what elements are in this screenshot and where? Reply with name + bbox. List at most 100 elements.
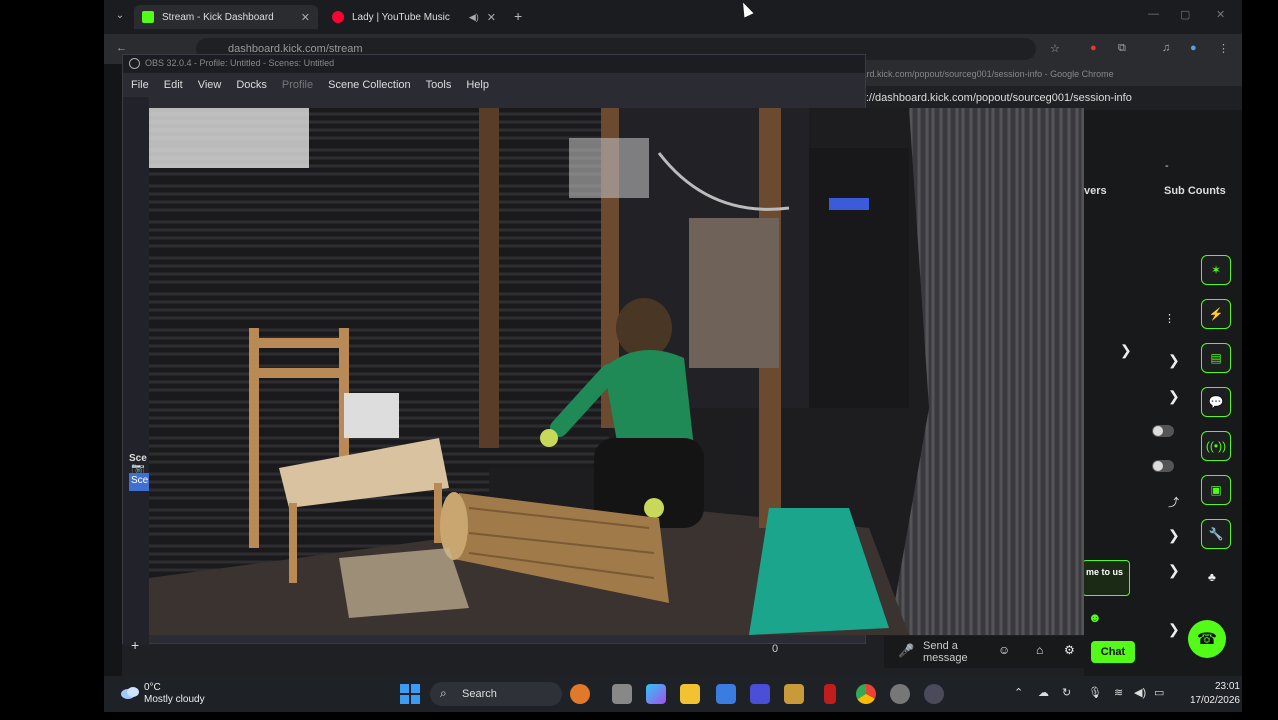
taskbar-search[interactable]: ⌕ Search xyxy=(430,682,562,706)
extension-record-icon[interactable]: ● xyxy=(1090,42,1097,54)
discord-icon[interactable] xyxy=(750,684,770,704)
chat-settings-gear-icon[interactable]: ⚙ xyxy=(1064,643,1075,657)
copilot-icon[interactable] xyxy=(646,684,666,704)
chat-send-button[interactable]: Chat xyxy=(1091,641,1135,663)
chrome-menu-icon[interactable]: ⋮ xyxy=(1218,42,1229,55)
more-options-icon[interactable]: ⋮ xyxy=(1164,312,1175,325)
popup-address-bar[interactable]: ⚙ https://dashboard.kick.com/popout/sour… xyxy=(812,86,1242,110)
shapes-icon[interactable]: ♣ xyxy=(1208,570,1216,584)
toggle-switch[interactable] xyxy=(1152,460,1174,472)
toggle-switch[interactable] xyxy=(1152,425,1174,437)
profile-avatar-icon[interactable]: ● xyxy=(1190,42,1197,54)
bookmark-star-icon[interactable]: ☆ xyxy=(1050,42,1060,55)
kick-sidebar xyxy=(104,64,122,676)
help-headset-icon[interactable]: ☎ xyxy=(1188,620,1226,658)
tray-sync-icon[interactable]: ↻ xyxy=(1062,686,1071,699)
tab-label: Stream - Kick Dashboard xyxy=(162,11,274,23)
quick-action-screen-icon[interactable]: ▣ xyxy=(1201,475,1231,505)
menu-help[interactable]: Help xyxy=(466,79,489,91)
weather-temperature[interactable]: 0°C xyxy=(144,682,161,693)
welcome-message: me to us xyxy=(1082,560,1130,596)
windows-taskbar: 0°C Mostly cloudy ⌕ Search ⌃ ☁ ↻ 🎙 ≋ ◀) … xyxy=(104,676,1242,712)
clock-time[interactable]: 23:01 xyxy=(1200,681,1240,692)
emoji-icon[interactable]: ☺ xyxy=(998,643,1010,657)
microphone-icon[interactable]: 🎤 xyxy=(898,643,914,659)
settings-app-icon[interactable] xyxy=(890,684,910,704)
search-label: Search xyxy=(462,688,497,700)
clock-date[interactable]: 17/02/2026 xyxy=(1180,695,1240,706)
windows-start-icon[interactable] xyxy=(400,684,420,704)
quick-action-document-icon[interactable]: ▤ xyxy=(1201,343,1231,373)
chevron-right-icon[interactable]: ❯ xyxy=(1168,388,1180,405)
audio-playing-icon[interactable]: ◀) xyxy=(469,12,479,23)
scenes-header: Sce xyxy=(129,453,147,464)
extensions-puzzle-icon[interactable]: ⧉ xyxy=(1118,42,1126,55)
menu-view[interactable]: View xyxy=(198,79,222,91)
store-icon[interactable] xyxy=(716,684,736,704)
tab-youtube-music[interactable]: Lady | YouTube Music ◀) ✕ xyxy=(324,5,504,29)
add-scene-icon[interactable]: + xyxy=(131,637,139,653)
back-icon[interactable]: ← xyxy=(116,42,127,54)
video-frame-illustration xyxy=(149,108,1084,635)
close-tab-icon[interactable]: ✕ xyxy=(487,11,496,24)
viewers-label: vers xyxy=(1084,185,1107,197)
file-explorer-icon[interactable] xyxy=(680,684,700,704)
obs-logo-icon xyxy=(129,58,140,69)
menu-scene-collection[interactable]: Scene Collection xyxy=(328,79,411,91)
obs-preview-video xyxy=(149,108,1084,635)
quick-action-expand-icon[interactable]: ✶ xyxy=(1201,255,1231,285)
popup-url-text: https://dashboard.kick.com/popout/source… xyxy=(842,92,1132,104)
tray-mic-icon[interactable]: 🎙 xyxy=(1088,686,1102,699)
chart-icon[interactable]: ⤴ xyxy=(1168,494,1179,510)
menu-profile[interactable]: Profile xyxy=(282,79,313,91)
tray-wifi-icon[interactable]: ≋ xyxy=(1114,686,1123,699)
menu-file[interactable]: File xyxy=(131,79,149,91)
send-message-input[interactable]: Send a message xyxy=(923,640,983,664)
menu-docks[interactable]: Docks xyxy=(236,79,267,91)
media-icon[interactable]: ♫ xyxy=(1162,42,1170,54)
search-icon: ⌕ xyxy=(440,686,447,700)
chevron-right-icon[interactable]: ❯ xyxy=(1168,562,1180,579)
obs-scenes-dock: 📷 Sce Sce + xyxy=(123,97,151,653)
popup-title: dashboard.kick.com/popout/sourceg001/ses… xyxy=(832,69,1114,79)
chevron-right-icon[interactable]: ❯ xyxy=(1168,621,1180,638)
scene-item[interactable]: Sce xyxy=(129,473,151,491)
menu-tools[interactable]: Tools xyxy=(426,79,452,91)
obs-app-icon[interactable] xyxy=(924,684,944,704)
minimize-icon[interactable]: — xyxy=(1148,8,1159,20)
chevron-right-icon[interactable]: ❯ xyxy=(1168,352,1180,369)
close-window-icon[interactable]: ✕ xyxy=(1216,8,1225,21)
menu-edit[interactable]: Edit xyxy=(164,79,183,91)
chrome-icon[interactable] xyxy=(856,684,876,704)
emote-icon[interactable]: ☻ xyxy=(1088,610,1102,625)
tray-chevron-icon[interactable]: ⌃ xyxy=(1014,686,1023,699)
game-app-icon[interactable] xyxy=(784,684,804,704)
obs-title: OBS 32.0.4 - Profile: Untitled - Scenes:… xyxy=(145,58,335,68)
quick-action-wrench-icon[interactable]: 🔧 xyxy=(1201,519,1231,549)
quick-action-broadcast-icon[interactable]: ((•)) xyxy=(1201,431,1231,461)
red-app-icon[interactable] xyxy=(824,684,836,704)
weather-description[interactable]: Mostly cloudy xyxy=(144,694,205,705)
sub-count-value: - xyxy=(1165,160,1169,172)
close-tab-icon[interactable]: ✕ xyxy=(301,11,310,24)
task-view-icon[interactable] xyxy=(612,684,632,704)
viewer-count: 0 xyxy=(772,643,779,655)
quick-action-chat-icon[interactable]: 💬 xyxy=(1201,387,1231,417)
chevron-right-icon[interactable]: ❯ xyxy=(1120,342,1132,359)
tab-search-icon[interactable]: ⌄ xyxy=(112,8,128,24)
tray-battery-icon[interactable]: ▭ xyxy=(1154,686,1164,699)
maximize-icon[interactable]: ▢ xyxy=(1180,8,1190,21)
new-tab-icon[interactable]: + xyxy=(514,8,522,24)
tray-onedrive-icon[interactable]: ☁ xyxy=(1038,686,1049,699)
obs-menubar: File Edit View Docks Profile Scene Colle… xyxy=(123,73,865,97)
widget-game-icon[interactable] xyxy=(570,684,590,704)
quick-action-lightning-icon[interactable]: ⚡ xyxy=(1201,299,1231,329)
store-icon[interactable]: ⌂ xyxy=(1036,643,1043,657)
cloudy-weather-icon[interactable] xyxy=(120,684,140,700)
tab-kick-dashboard[interactable]: Stream - Kick Dashboard ✕ xyxy=(134,5,318,29)
tab-strip: ⌄ Stream - Kick Dashboard ✕ Lady | YouTu… xyxy=(104,0,1242,34)
tray-volume-icon[interactable]: ◀) xyxy=(1134,686,1146,699)
obs-status-bar xyxy=(186,580,726,590)
popup-titlebar: dashboard.kick.com/popout/sourceg001/ses… xyxy=(812,64,1242,86)
chevron-right-icon[interactable]: ❯ xyxy=(1168,527,1180,544)
